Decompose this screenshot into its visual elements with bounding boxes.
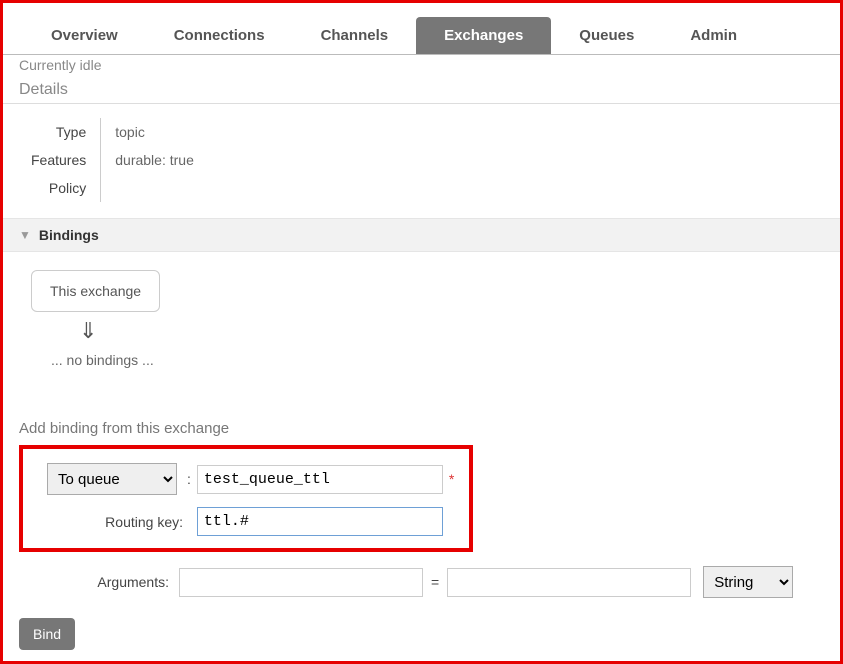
no-bindings-text: ... no bindings ...: [51, 352, 840, 368]
arguments-label: Arguments:: [19, 574, 179, 590]
tab-overview[interactable]: Overview: [23, 17, 146, 54]
tab-queues[interactable]: Queues: [551, 17, 662, 54]
bindings-header[interactable]: ▼ Bindings: [3, 218, 840, 252]
this-exchange-box: This exchange: [31, 270, 160, 312]
tab-exchanges[interactable]: Exchanges: [416, 17, 551, 54]
arrow-down-icon: ⇓: [79, 318, 840, 344]
arguments-row: Arguments: = String: [19, 566, 840, 598]
tab-connections[interactable]: Connections: [146, 17, 293, 54]
details-type-label: Type: [31, 118, 101, 146]
add-binding-heading: Add binding from this exchange: [3, 390, 840, 445]
status-text: Currently idle: [3, 55, 840, 77]
bind-button[interactable]: Bind: [19, 618, 75, 650]
top-tabs: Overview Connections Channels Exchanges …: [3, 17, 840, 55]
details-features-label: Features: [31, 146, 101, 174]
destination-type-select[interactable]: To queue: [47, 463, 177, 495]
tab-channels[interactable]: Channels: [293, 17, 417, 54]
tab-admin[interactable]: Admin: [662, 17, 765, 54]
routing-key-label: Routing key:: [105, 514, 183, 530]
details-features-value: durable: true: [101, 146, 194, 174]
destination-name-input[interactable]: [197, 465, 443, 494]
details-heading: Details: [3, 77, 840, 104]
details-policy-value: [101, 174, 194, 202]
argument-key-input[interactable]: [179, 568, 423, 597]
equals-sign: =: [423, 574, 447, 590]
argument-value-input[interactable]: [447, 568, 691, 597]
add-binding-highlight: To queue : * Routing key: :: [19, 445, 473, 552]
bindings-body: This exchange ⇓ ... no bindings ...: [3, 252, 840, 368]
bindings-heading: Bindings: [39, 227, 99, 243]
page-frame: Overview Connections Channels Exchanges …: [0, 0, 843, 664]
chevron-down-icon: ▼: [19, 228, 31, 242]
routing-key-input[interactable]: [197, 507, 443, 536]
details-table: Type topic Features durable: true Policy: [31, 118, 194, 202]
details-policy-label: Policy: [31, 174, 101, 202]
details-type-value: topic: [101, 118, 194, 146]
argument-type-select[interactable]: String: [703, 566, 793, 598]
required-mark: *: [443, 471, 454, 487]
colon: :: [183, 471, 197, 487]
